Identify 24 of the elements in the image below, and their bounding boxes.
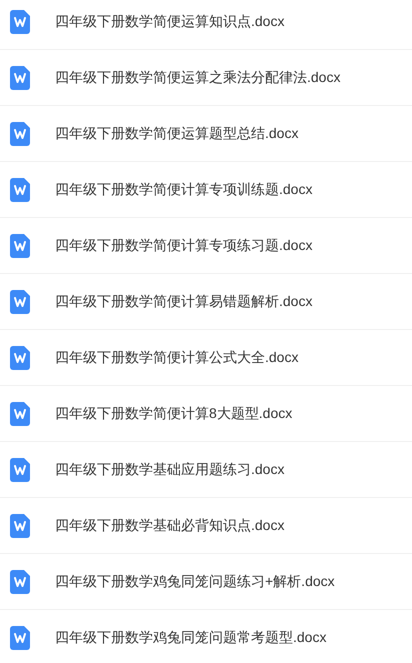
file-name[interactable]: 四年级下册数学简便计算易错题解析.docx [55,291,312,312]
file-name[interactable]: 四年级下册数学基础必背知识点.docx [55,515,284,536]
word-document-icon [10,234,30,258]
word-document-icon [10,290,30,314]
word-document-icon [10,10,30,34]
file-name[interactable]: 四年级下册数学简便计算公式大全.docx [55,347,298,368]
file-name[interactable]: 四年级下册数学简便计算专项练习题.docx [55,235,312,256]
file-name[interactable]: 四年级下册数学简便计算专项训练题.docx [55,179,312,200]
word-document-icon [10,514,30,538]
word-document-icon [10,122,30,146]
file-name[interactable]: 四年级下册数学简便运算之乘法分配律法.docx [55,67,340,88]
word-document-icon [10,178,30,202]
file-name[interactable]: 四年级下册数学鸡兔同笼问题常考题型.docx [55,627,326,648]
file-name[interactable]: 四年级下册数学简便运算题型总结.docx [55,123,298,144]
word-document-icon [10,66,30,90]
word-document-icon [10,346,30,370]
word-document-icon [10,402,30,426]
word-document-icon [10,626,30,650]
file-name[interactable]: 四年级下册数学鸡兔同笼问题练习+解析.docx [55,571,335,592]
file-name[interactable]: 四年级下册数学简便运算知识点.docx [55,11,284,32]
file-name[interactable]: 四年级下册数学简便计算8大题型.docx [55,403,292,424]
word-document-icon [10,570,30,594]
word-document-icon [10,458,30,482]
file-name[interactable]: 四年级下册数学基础应用题练习.docx [55,459,284,480]
